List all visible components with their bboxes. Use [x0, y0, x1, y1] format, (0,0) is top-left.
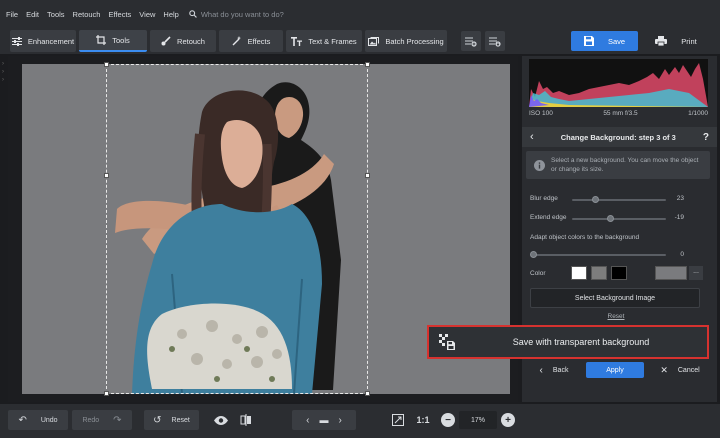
adjust-download-button[interactable]	[485, 31, 505, 51]
crop-handle-top-left[interactable]	[104, 62, 109, 67]
extend-edge-label: Extend edge	[530, 214, 567, 221]
blur-edge-value: 23	[676, 195, 684, 202]
swatch-gray[interactable]	[591, 266, 607, 280]
histogram-graph	[529, 63, 708, 107]
folder-icon[interactable]: ▬	[320, 415, 329, 425]
transparent-save-icon	[439, 334, 455, 350]
menu-retouch[interactable]: Retouch	[73, 10, 101, 19]
swatch-white[interactable]	[571, 266, 587, 280]
actual-size-button[interactable]: 1:1	[413, 412, 433, 428]
redo-icon: ↷	[113, 414, 122, 426]
info-icon	[534, 159, 545, 171]
select-background-image-button[interactable]: Select Background Image	[530, 288, 700, 308]
color-label: Color	[530, 270, 546, 277]
menu-file[interactable]: File	[6, 10, 18, 19]
crop-icon	[96, 35, 107, 45]
adapt-colors-value: 0	[680, 251, 684, 258]
exif-info: ISO 100 55 mm f/3.5 1/1000	[529, 110, 708, 117]
reset-button[interactable]: ↺ Reset	[144, 410, 199, 430]
cancel-button[interactable]: ✕ Cancel	[651, 362, 709, 378]
zoom-out-icon[interactable]: −	[441, 413, 455, 427]
help-icon[interactable]: ?	[695, 132, 717, 143]
sliders-plus-icon	[465, 37, 477, 47]
search-icon	[189, 10, 197, 18]
undo-button[interactable]: ↶ Undo	[8, 410, 68, 430]
selected-color-swatch[interactable]	[655, 266, 687, 280]
crop-handle-top-right[interactable]	[365, 62, 370, 67]
swatch-black[interactable]	[611, 266, 627, 280]
info-text: Select a new background. You can move th…	[551, 157, 699, 173]
brush-icon	[161, 36, 171, 46]
tab-effects[interactable]: Effects	[219, 30, 283, 52]
step-title: Change Background: step 3 of 3	[560, 132, 676, 142]
sliders-icon	[11, 36, 22, 46]
crop-frame[interactable]	[104, 62, 370, 396]
search-input[interactable]: What do you want to do?	[201, 10, 284, 19]
bottom-bar: ↶ Undo Redo ↷ ↺ Reset ‹ ▬ › 1:1 − 17% +	[0, 404, 720, 438]
adapt-colors-knob[interactable]	[530, 251, 537, 258]
magic-wand-icon	[232, 36, 241, 46]
save-button[interactable]: Save	[571, 31, 638, 51]
file-navigation: ‹ ▬ ›	[292, 410, 356, 430]
back-chevron-icon[interactable]: ‹	[522, 131, 542, 143]
info-box: Select a new background. You can move th…	[526, 151, 710, 179]
adapt-colors-slider[interactable]	[533, 254, 666, 256]
menu-bar: File Edit Tools Retouch Effects View Hel…	[0, 0, 720, 28]
undo-icon: ↶	[18, 414, 27, 426]
lens-value: 55 mm f/3.5	[603, 110, 638, 117]
toolbar: Enhancement Tools Retouch Effects Text &…	[0, 28, 720, 54]
iso-value: ISO 100	[529, 110, 553, 117]
blur-edge-knob[interactable]	[592, 196, 599, 203]
histogram	[529, 59, 708, 107]
batch-image-icon	[368, 36, 380, 46]
zoom-value[interactable]: 17%	[459, 411, 497, 429]
extend-edge-slider[interactable]	[572, 218, 666, 220]
crop-handle-right[interactable]	[365, 173, 370, 178]
apply-button[interactable]: Apply	[586, 362, 644, 378]
extend-edge-value: -19	[674, 214, 684, 221]
save-transparent-background-option[interactable]: Save with transparent background	[427, 325, 709, 359]
menu-tools[interactable]: Tools	[47, 10, 65, 19]
blur-edge-slider[interactable]	[572, 199, 666, 201]
adapt-colors-label: Adapt object colors to the background	[530, 234, 640, 241]
close-icon: ✕	[660, 364, 668, 375]
search-box[interactable]: What do you want to do?	[189, 10, 284, 19]
printer-icon	[655, 36, 668, 46]
compare-icon[interactable]	[238, 412, 254, 428]
back-arrow-icon: ‹	[539, 364, 543, 376]
color-picker-button[interactable]: ...	[689, 266, 703, 280]
side-collapse-arrows[interactable]: › › ›	[2, 60, 4, 84]
adjust-plus-button[interactable]	[461, 31, 481, 51]
zoom-in-icon[interactable]: +	[501, 413, 515, 427]
popup-label: Save with transparent background	[512, 337, 650, 347]
print-button[interactable]: Print	[642, 31, 710, 51]
menu-help[interactable]: Help	[163, 10, 178, 19]
shutter-value: 1/1000	[688, 110, 708, 117]
crop-handle-bottom-right[interactable]	[365, 391, 370, 396]
crop-handle-bottom-left[interactable]	[104, 391, 109, 396]
tab-text-frames[interactable]: Text & Frames	[286, 30, 362, 52]
rotate-left-icon: ↺	[153, 414, 162, 426]
back-button[interactable]: ‹ Back	[528, 362, 580, 378]
menu-effects[interactable]: Effects	[108, 10, 131, 19]
sliders-download-icon	[489, 37, 501, 47]
step-header: ‹ Change Background: step 3 of 3 ?	[522, 127, 717, 147]
eye-icon[interactable]	[213, 412, 229, 428]
text-icon	[291, 36, 303, 46]
menu-view[interactable]: View	[139, 10, 155, 19]
blur-edge-label: Blur edge	[530, 195, 558, 202]
tab-batch-processing[interactable]: Batch Processing	[365, 30, 447, 52]
next-image-icon[interactable]: ›	[339, 415, 342, 426]
tab-retouch[interactable]: Retouch	[150, 30, 216, 52]
redo-button[interactable]: Redo ↷	[72, 410, 132, 430]
floppy-disk-icon	[583, 36, 594, 46]
reset-link[interactable]: Reset	[530, 313, 702, 320]
extend-edge-knob[interactable]	[607, 215, 614, 222]
tab-tools[interactable]: Tools	[79, 30, 147, 52]
prev-image-icon[interactable]: ‹	[306, 415, 309, 426]
tab-enhancement[interactable]: Enhancement	[10, 30, 76, 52]
fit-screen-icon[interactable]	[390, 412, 406, 428]
crop-handle-left[interactable]	[104, 173, 109, 178]
menu-edit[interactable]: Edit	[26, 10, 39, 19]
